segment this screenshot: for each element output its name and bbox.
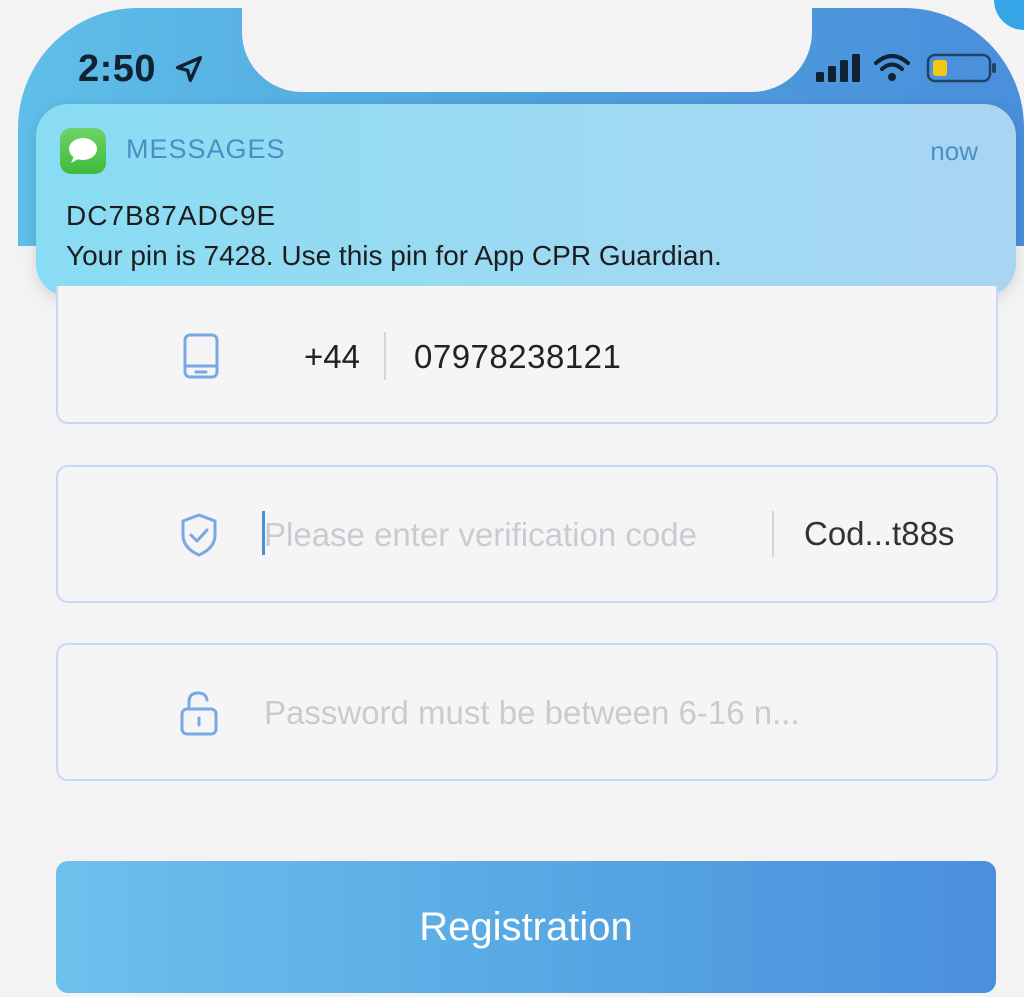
speech-bubble-icon (69, 138, 97, 163)
verification-code-input[interactable] (264, 511, 754, 559)
phone-number-value[interactable]: 07978238121 (414, 338, 621, 376)
country-code[interactable]: +44 (304, 338, 360, 376)
message-notification[interactable]: MESSAGES now DC7B87ADC9E Your pin is 742… (36, 104, 1016, 296)
notification-title: DC7B87ADC9E (66, 200, 277, 231)
status-time: 2:50 (78, 48, 157, 90)
device-notch (242, 0, 812, 92)
verification-field[interactable]: Cod...t88s (56, 465, 998, 603)
unlock-icon (180, 691, 218, 736)
notification-body: Your pin is 7428. Use this pin for App C… (66, 240, 722, 271)
divider (384, 332, 386, 380)
battery-low-icon (926, 53, 996, 83)
notification-app-name: MESSAGES (126, 134, 286, 164)
wifi-icon (874, 54, 910, 81)
notification-time: now (930, 136, 978, 166)
registration-button[interactable]: Registration (56, 861, 996, 993)
get-code-button[interactable]: Cod...t88s (804, 515, 954, 553)
messages-icon (60, 128, 106, 174)
phone-field[interactable]: +44 07978238121 (56, 286, 998, 424)
shield-check-icon (181, 513, 217, 557)
password-input[interactable] (264, 689, 944, 737)
password-field[interactable] (56, 643, 998, 781)
cellular-signal-icon (816, 54, 860, 82)
location-arrow-icon (175, 55, 203, 83)
corner-decoration (994, 0, 1024, 30)
divider (772, 511, 774, 557)
phone-icon (183, 333, 219, 379)
